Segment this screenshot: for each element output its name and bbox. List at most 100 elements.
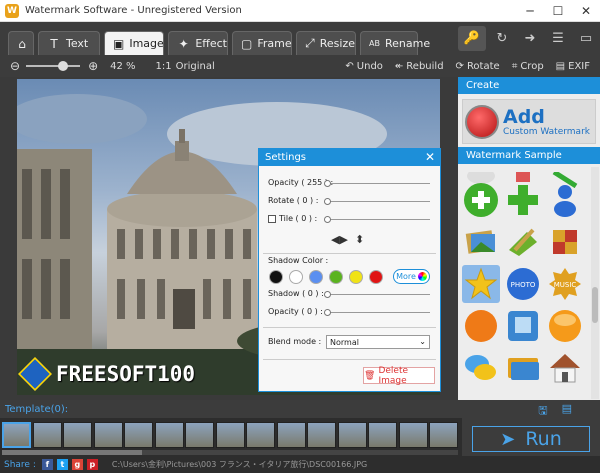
tile-label: Tile ( 0 ) :: [279, 214, 318, 223]
strip-scrollbar[interactable]: [2, 450, 458, 455]
rotate-button[interactable]: ⟳ Rotate: [456, 61, 500, 72]
sample-blue-picture-icon[interactable]: [504, 307, 542, 345]
thumbnail[interactable]: [2, 422, 31, 448]
redo-icon[interactable]: ↻: [488, 22, 516, 55]
red-button-icon: [465, 104, 499, 139]
swatch-red[interactable]: [369, 270, 383, 284]
tile-slider-knob[interactable]: [324, 216, 331, 223]
tile-slider[interactable]: [324, 216, 430, 223]
delete-image-button[interactable]: 🗑 Delete Image: [363, 366, 435, 386]
scrollbar-thumb[interactable]: [592, 287, 598, 323]
thumbnail[interactable]: [368, 422, 397, 448]
crop-button[interactable]: ⌗ Crop: [512, 61, 544, 72]
sample-user-icon[interactable]: [546, 181, 584, 219]
tab-home[interactable]: ⌂: [8, 31, 34, 55]
flip-vertical-icon[interactable]: ⬍: [355, 233, 364, 246]
close-icon[interactable]: ✕: [425, 150, 435, 164]
template-label: Template(0):: [5, 403, 69, 415]
shadow-opacity-slider-knob[interactable]: [324, 309, 331, 316]
zoom-out-icon[interactable]: ⊖: [10, 59, 20, 73]
run-arrow-icon: ➤: [500, 428, 516, 450]
sample-pencil-paper-icon[interactable]: [504, 223, 542, 261]
thumbnail[interactable]: [276, 422, 306, 448]
tab-image[interactable]: ▣ Image: [104, 31, 164, 55]
blend-mode-label: Blend mode :: [268, 337, 322, 346]
sample-orange-badge-icon[interactable]: [462, 307, 500, 345]
blend-mode-select[interactable]: Normal ⌄: [326, 335, 430, 349]
sample-star-icon[interactable]: [462, 265, 500, 303]
flip-horizontal-icon[interactable]: ◀▶: [331, 233, 348, 246]
shadow-slider-knob[interactable]: [324, 291, 331, 298]
register-key-icon[interactable]: 🔑: [458, 26, 486, 51]
swatch-black[interactable]: [269, 270, 283, 284]
thumbnail[interactable]: [124, 422, 153, 448]
opacity-slider-knob[interactable]: [324, 180, 331, 187]
sample-scrollbar[interactable]: [591, 167, 599, 399]
shadow-opacity-slider[interactable]: [324, 309, 430, 316]
zoom-slider-knob[interactable]: [58, 61, 69, 71]
strip-scrollbar-thumb[interactable]: [2, 450, 142, 455]
twitter-icon[interactable]: t: [56, 459, 68, 470]
crop-icon: ⌗: [511, 60, 518, 72]
sample-music-badge-icon[interactable]: MUSIC: [546, 265, 584, 303]
add-custom-watermark-button[interactable]: Add Custom Watermark: [462, 99, 596, 144]
google-plus-icon[interactable]: g: [71, 459, 83, 470]
sample-plus-icon[interactable]: [504, 181, 542, 219]
minimize-button[interactable]: ─: [516, 0, 544, 22]
zoom-slider[interactable]: [26, 61, 81, 71]
tab-frame[interactable]: ▢ Frame: [232, 31, 292, 55]
menu-icon[interactable]: ▭: [572, 22, 600, 55]
swatch-blue[interactable]: [309, 270, 323, 284]
maximize-button[interactable]: ☐: [544, 0, 572, 22]
facebook-icon[interactable]: f: [41, 459, 53, 470]
swatch-white[interactable]: [289, 270, 303, 284]
exif-button[interactable]: ▤ EXIF: [556, 61, 590, 72]
image-toolbar: ⊖ ⊕ 42 % 1:1 Original ↶ Undo ↞ Rebuild ⟳ Ro…: [0, 55, 600, 77]
tab-effect[interactable]: ✦ Effect: [168, 31, 228, 55]
shadow-slider[interactable]: [324, 291, 430, 298]
tab-bar: ⌂ T Text ▣ Image ✦ Effect ▢ Frame ⤢ Resi…: [0, 22, 600, 55]
sample-plus-circle-icon[interactable]: [462, 181, 500, 219]
thumbnail[interactable]: [246, 422, 275, 448]
zoom-in-icon[interactable]: ⊕: [88, 59, 98, 73]
tile-checkbox[interactable]: [268, 214, 276, 223]
thumbnail[interactable]: [429, 422, 458, 448]
sample-orange-circle-icon[interactable]: [546, 307, 584, 345]
tab-resize[interactable]: ⤢ Resize: [296, 31, 356, 55]
opacity-slider[interactable]: [324, 180, 430, 187]
watermark-overlay[interactable]: FREESOFT100: [18, 357, 195, 391]
thumbnail[interactable]: [185, 422, 214, 448]
thumbnail-strip: [0, 418, 462, 456]
pinterest-icon[interactable]: p: [86, 459, 98, 470]
forward-icon[interactable]: ➜: [516, 22, 544, 55]
thumbnail[interactable]: [32, 422, 62, 448]
run-button[interactable]: ➤ Run: [472, 426, 590, 452]
swatch-green[interactable]: [329, 270, 343, 284]
close-button[interactable]: ✕: [572, 0, 600, 22]
swatch-yellow[interactable]: [349, 270, 363, 284]
undo-button[interactable]: ↶ Undo: [345, 61, 383, 72]
tab-rename[interactable]: AB Rename: [360, 31, 430, 55]
sample-home-icon[interactable]: [546, 349, 584, 387]
thumbnail[interactable]: [398, 422, 428, 448]
sample-credit-card-icon[interactable]: [504, 349, 542, 387]
rotate-slider[interactable]: [324, 198, 430, 205]
rebuild-button[interactable]: ↞ Rebuild: [395, 61, 444, 72]
sample-puzzle-icon[interactable]: [546, 223, 584, 261]
thumbnail[interactable]: [93, 422, 123, 448]
original-size-label[interactable]: Original: [176, 61, 215, 72]
thumbnail[interactable]: [63, 422, 92, 448]
tab-label: Resize: [319, 37, 355, 50]
tab-text[interactable]: T Text: [38, 31, 100, 55]
sample-chat-icon[interactable]: [462, 349, 500, 387]
thumbnail[interactable]: [307, 422, 336, 448]
original-size-icon[interactable]: 1:1: [156, 61, 172, 72]
thumbnail[interactable]: [154, 422, 184, 448]
chat-icon[interactable]: ☰: [544, 22, 572, 55]
sample-photos-badge-icon[interactable]: PHOTO: [504, 265, 542, 303]
more-colors-button[interactable]: More: [393, 269, 430, 284]
thumbnail[interactable]: [215, 422, 245, 448]
thumbnail[interactable]: [337, 422, 367, 448]
rotate-slider-knob[interactable]: [324, 198, 331, 205]
sample-pictures-icon[interactable]: [462, 223, 500, 261]
